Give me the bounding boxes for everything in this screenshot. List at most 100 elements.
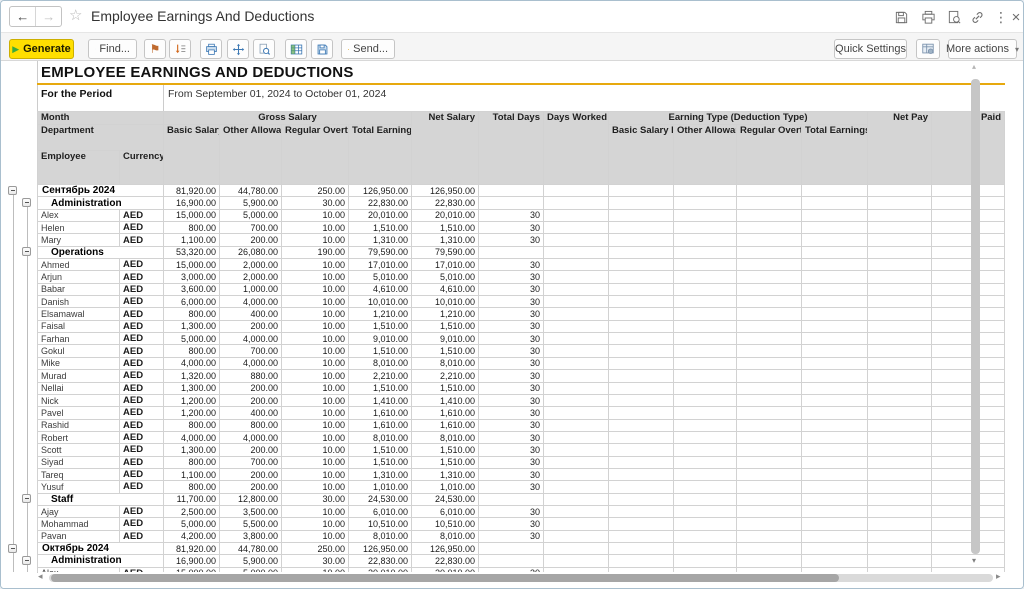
value-cell[interactable] [609, 444, 674, 456]
value-cell[interactable]: 800.00 [164, 481, 220, 493]
value-cell[interactable] [609, 493, 674, 505]
currency-cell[interactable]: AED [120, 567, 164, 572]
value-cell[interactable] [609, 419, 674, 431]
value-cell[interactable]: 15,000.00 [164, 259, 220, 271]
value-cell[interactable] [802, 333, 868, 345]
employee-name-cell[interactable]: Helen [38, 222, 120, 234]
value-cell[interactable] [609, 308, 674, 320]
value-cell[interactable]: 1,200.00 [164, 394, 220, 406]
value-cell[interactable]: 20,010.00 [412, 209, 479, 221]
value-cell[interactable]: 1,300.00 [164, 320, 220, 332]
value-cell[interactable] [932, 271, 1005, 283]
value-cell[interactable]: 1,300.00 [164, 382, 220, 394]
value-cell[interactable]: 5,900.00 [220, 555, 282, 567]
value-cell[interactable] [802, 308, 868, 320]
value-cell[interactable] [802, 222, 868, 234]
value-cell[interactable]: 17,010.00 [349, 259, 412, 271]
value-cell[interactable]: 3,600.00 [164, 283, 220, 295]
value-cell[interactable] [932, 370, 1005, 382]
value-cell[interactable]: 2,000.00 [220, 271, 282, 283]
value-cell[interactable] [737, 419, 802, 431]
value-cell[interactable]: 10,510.00 [349, 518, 412, 530]
value-cell[interactable] [737, 407, 802, 419]
value-cell[interactable]: 81,920.00 [164, 542, 220, 554]
sort-button[interactable] [169, 39, 191, 59]
value-cell[interactable] [932, 394, 1005, 406]
value-cell[interactable]: 200.00 [220, 320, 282, 332]
value-cell[interactable] [737, 345, 802, 357]
value-cell[interactable] [932, 518, 1005, 530]
value-cell[interactable] [544, 246, 609, 258]
value-cell[interactable] [868, 320, 932, 332]
value-cell[interactable]: 3,800.00 [220, 530, 282, 542]
header-et-other-allowance[interactable]: Other Allowance Daily (Calendar Days) [674, 125, 737, 185]
currency-cell[interactable]: AED [120, 431, 164, 443]
value-cell[interactable]: 30 [479, 407, 544, 419]
value-cell[interactable] [609, 555, 674, 567]
value-cell[interactable] [609, 481, 674, 493]
value-cell[interactable] [737, 357, 802, 369]
value-cell[interactable] [674, 320, 737, 332]
value-cell[interactable]: 4,610.00 [349, 283, 412, 295]
value-cell[interactable]: 3,000.00 [164, 271, 220, 283]
value-cell[interactable]: 1,510.00 [349, 382, 412, 394]
value-cell[interactable]: 800.00 [164, 419, 220, 431]
value-cell[interactable] [802, 493, 868, 505]
employee-name-cell[interactable]: Rashid [38, 419, 120, 431]
value-cell[interactable]: 16,900.00 [164, 555, 220, 567]
currency-cell[interactable]: AED [120, 271, 164, 283]
header-net-salary[interactable]: Net Salary [412, 112, 479, 185]
value-cell[interactable] [674, 296, 737, 308]
hscroll-left-arrow[interactable]: ◂ [38, 571, 43, 582]
value-cell[interactable] [544, 468, 609, 480]
value-cell[interactable] [737, 530, 802, 542]
value-cell[interactable]: 79,590.00 [412, 246, 479, 258]
value-cell[interactable]: 8,010.00 [412, 530, 479, 542]
value-cell[interactable]: 30 [479, 308, 544, 320]
value-cell[interactable]: 1,610.00 [412, 407, 479, 419]
value-cell[interactable] [544, 567, 609, 572]
currency-cell[interactable]: AED [120, 308, 164, 320]
value-cell[interactable]: 10.00 [282, 505, 349, 517]
value-cell[interactable]: 1,510.00 [412, 345, 479, 357]
value-cell[interactable]: 400.00 [220, 308, 282, 320]
save-report-button[interactable] [311, 39, 333, 59]
value-cell[interactable] [932, 296, 1005, 308]
value-cell[interactable]: 30 [479, 283, 544, 295]
value-cell[interactable]: 5,900.00 [220, 197, 282, 209]
employee-name-cell[interactable]: Siyad [38, 456, 120, 468]
value-cell[interactable] [674, 493, 737, 505]
value-cell[interactable] [544, 197, 609, 209]
employee-name-cell[interactable]: Nick [38, 394, 120, 406]
value-cell[interactable] [932, 419, 1005, 431]
value-cell[interactable]: 4,000.00 [164, 357, 220, 369]
value-cell[interactable]: 30 [479, 234, 544, 246]
value-cell[interactable]: 1,510.00 [349, 320, 412, 332]
value-cell[interactable]: 30 [479, 567, 544, 572]
value-cell[interactable] [674, 456, 737, 468]
value-cell[interactable]: 5,000.00 [220, 567, 282, 572]
value-cell[interactable] [544, 370, 609, 382]
value-cell[interactable] [544, 505, 609, 517]
value-cell[interactable]: 10.00 [282, 234, 349, 246]
value-cell[interactable]: 190.00 [282, 246, 349, 258]
collapse-group-button[interactable] [22, 247, 31, 256]
employee-name-cell[interactable]: Yusuf [38, 481, 120, 493]
value-cell[interactable] [609, 530, 674, 542]
vscroll-down-arrow[interactable]: ▾ [972, 556, 976, 565]
value-cell[interactable]: 10.00 [282, 468, 349, 480]
value-cell[interactable]: 30 [479, 394, 544, 406]
value-cell[interactable] [932, 357, 1005, 369]
value-cell[interactable]: 5,010.00 [412, 271, 479, 283]
header-currency[interactable]: Currency [120, 151, 164, 185]
value-cell[interactable] [932, 530, 1005, 542]
value-cell[interactable] [737, 333, 802, 345]
value-cell[interactable]: 30 [479, 357, 544, 369]
value-cell[interactable]: 2,000.00 [220, 259, 282, 271]
value-cell[interactable]: 44,780.00 [220, 542, 282, 554]
header-net-pay[interactable]: Net Pay [868, 112, 932, 185]
value-cell[interactable]: 30 [479, 505, 544, 517]
value-cell[interactable]: 30 [479, 222, 544, 234]
value-cell[interactable] [932, 481, 1005, 493]
value-cell[interactable] [737, 444, 802, 456]
